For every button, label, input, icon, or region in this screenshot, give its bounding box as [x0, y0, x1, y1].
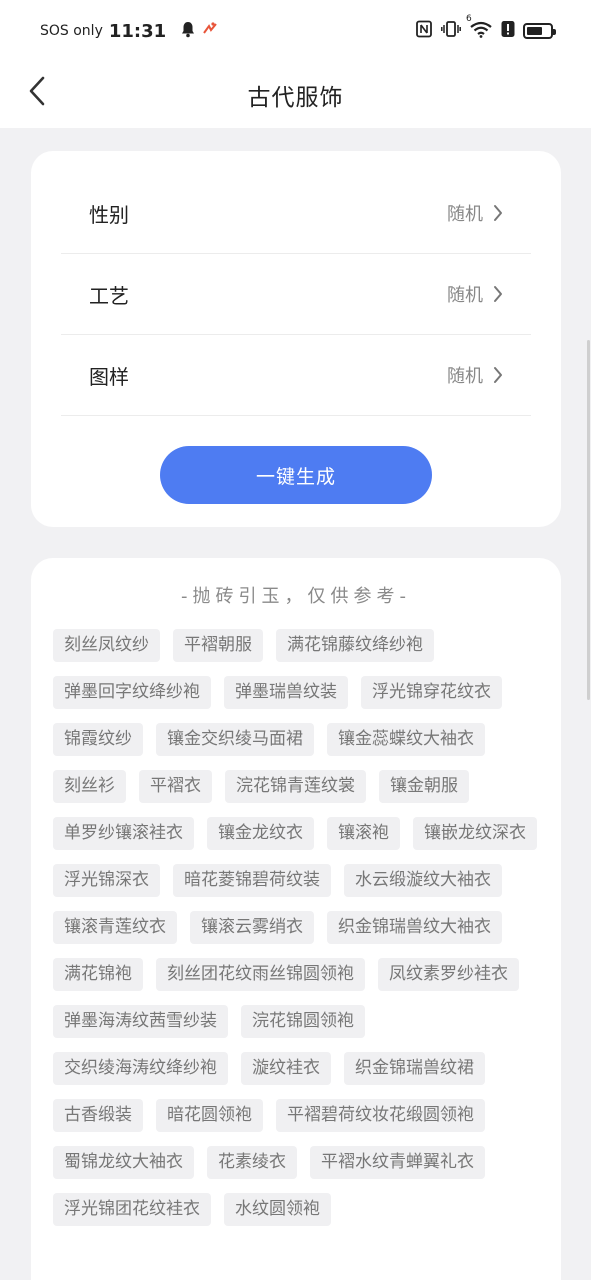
- chevron-left-icon: [28, 76, 46, 110]
- suggestion-tag[interactable]: 镶金蕊蝶纹大袖衣: [327, 723, 485, 756]
- suggestion-tag[interactable]: 平褶衣: [139, 770, 212, 803]
- bell-icon: [180, 21, 196, 42]
- generate-button[interactable]: 一键生成: [160, 446, 432, 504]
- suggestion-tag[interactable]: 织金锦瑞兽纹大袖衣: [327, 911, 502, 944]
- suggestion-tag[interactable]: 镶金龙纹衣: [207, 817, 314, 850]
- suggestion-tag[interactable]: 弹墨瑞兽纹装: [224, 676, 348, 709]
- battery-icon: [523, 23, 556, 39]
- chevron-right-icon: [493, 366, 503, 384]
- suggestion-tag[interactable]: 蜀锦龙纹大袖衣: [53, 1146, 194, 1179]
- activity-icon: [202, 21, 218, 41]
- suggestion-tag[interactable]: 浣花锦圆领袍: [241, 1005, 365, 1038]
- clock-time: 11:31: [108, 20, 167, 42]
- suggestion-tag[interactable]: 古香缎装: [53, 1099, 143, 1132]
- alert-icon: [501, 20, 515, 42]
- status-left: SOS only 11:31: [40, 21, 218, 42]
- scrollbar[interactable]: [587, 340, 590, 700]
- carrier-text: SOS only: [40, 23, 103, 39]
- suggestion-tag[interactable]: 漩纹袿衣: [241, 1052, 331, 1085]
- suggestion-tag[interactable]: 弹墨回字纹绛纱袍: [53, 676, 211, 709]
- option-label: 工艺: [89, 283, 129, 308]
- suggestion-tag[interactable]: 织金锦瑞兽纹裙: [344, 1052, 485, 1085]
- suggestion-tag[interactable]: 镶滚云雾绡衣: [190, 911, 314, 944]
- option-value: 随机: [447, 285, 483, 306]
- nfc-icon: [415, 20, 433, 42]
- suggestion-tag[interactable]: 浣花锦青莲纹裳: [225, 770, 366, 803]
- tag-list: 刻丝凤纹纱 平褶朝服 满花锦藤纹绛纱袍弹墨回字纹绛纱袍 弹墨瑞兽纹装 浮光锦穿花纹衣锦霞…: [53, 629, 543, 1226]
- suggestion-tag[interactable]: 浮光锦团花纹袿衣: [53, 1193, 211, 1226]
- suggestion-tag[interactable]: 弹墨海涛纹茜雪纱装: [53, 1005, 228, 1038]
- back-button[interactable]: [22, 76, 52, 110]
- suggestion-tag[interactable]: 平褶碧荷纹妆花缎圆领袍: [276, 1099, 485, 1132]
- suggestion-tag[interactable]: 交织绫海涛纹绛纱袍: [53, 1052, 228, 1085]
- suggestion-tag[interactable]: 锦霞纹纱: [53, 723, 143, 756]
- suggestion-tag[interactable]: 浮光锦穿花纹衣: [361, 676, 502, 709]
- suggestions-heading: -抛砖引玉，仅供参考-: [181, 586, 411, 607]
- suggestion-tag[interactable]: 满花锦藤纹绛纱袍: [276, 629, 434, 662]
- suggestion-tag[interactable]: 暗花圆领袍: [156, 1099, 263, 1132]
- option-value: 随机: [447, 204, 483, 225]
- suggestion-tag[interactable]: 镶滚袍: [327, 817, 400, 850]
- suggestions-card: -抛砖引玉，仅供参考- 刻丝凤纹纱 平褶朝服 满花锦藤纹绛纱袍弹墨回字纹绛纱袍 弹墨瑞…: [31, 558, 561, 1280]
- vibrate-icon: [441, 20, 461, 42]
- option-row-gender[interactable]: 性别 随机: [61, 173, 531, 254]
- suggestion-tag[interactable]: 平褶朝服: [173, 629, 263, 662]
- suggestion-tag[interactable]: 刻丝凤纹纱: [53, 629, 160, 662]
- chevron-right-icon: [493, 285, 503, 303]
- option-value: 随机: [447, 366, 483, 387]
- option-row-pattern[interactable]: 图样 随机: [61, 335, 531, 416]
- wifi-label: 6: [466, 14, 472, 24]
- suggestion-tag[interactable]: 镶金朝服: [379, 770, 469, 803]
- suggestion-tag[interactable]: 镶滚青莲纹衣: [53, 911, 177, 944]
- suggestion-tag[interactable]: 平褶水纹青蝉翼礼衣: [310, 1146, 485, 1179]
- suggestion-tag[interactable]: 镶金交织绫马面裙: [156, 723, 314, 756]
- suggestion-tag[interactable]: 浮光锦深衣: [53, 864, 160, 897]
- suggestion-tag[interactable]: 水纹圆领袍: [224, 1193, 331, 1226]
- suggestion-tag[interactable]: 凤纹素罗纱袿衣: [378, 958, 519, 991]
- suggestion-tag[interactable]: 刻丝团花纹雨丝锦圆领袍: [156, 958, 365, 991]
- suggestion-tag[interactable]: 水云缎漩纹大袖衣: [344, 864, 502, 897]
- chevron-right-icon: [493, 204, 503, 222]
- options-card: 性别 随机 工艺 随机 图样 随机 一键生成: [31, 151, 561, 527]
- option-label: 性别: [89, 202, 129, 227]
- option-label: 图样: [89, 364, 129, 389]
- app-header: 古代服饰: [0, 62, 591, 128]
- suggestion-tag[interactable]: 刻丝衫: [53, 770, 126, 803]
- suggestion-tag[interactable]: 暗花菱锦碧荷纹装: [173, 864, 331, 897]
- battery-level: [527, 27, 542, 35]
- page-title: 古代服饰: [247, 85, 344, 111]
- wifi-icon: 6: [466, 14, 493, 42]
- status-right: 6: [415, 14, 556, 42]
- suggestion-tag[interactable]: 单罗纱镶滚袿衣: [53, 817, 194, 850]
- suggestion-tag[interactable]: 满花锦袍: [53, 958, 143, 991]
- suggestion-tag[interactable]: 花素绫衣: [207, 1146, 297, 1179]
- suggestion-tag[interactable]: 镶嵌龙纹深衣: [413, 817, 537, 850]
- status-bar: SOS only 11:31 6: [0, 0, 591, 62]
- option-row-craft[interactable]: 工艺 随机: [61, 254, 531, 335]
